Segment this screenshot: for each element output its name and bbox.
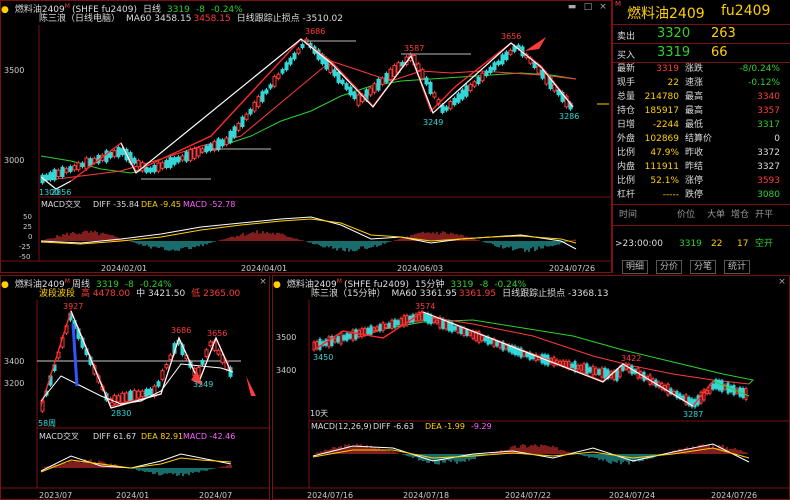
y-tick: 3000 xyxy=(4,156,24,165)
svg-text:DIFF -35.84: DIFF -35.84 xyxy=(93,200,139,209)
svg-text:-50: -50 xyxy=(19,253,30,261)
sell-row[interactable]: 卖出 3320 263 xyxy=(613,25,790,42)
svg-text:2024/04/01: 2024/04/01 xyxy=(241,264,287,273)
quote-stat-row: 最新 3319 涨跌 -8/0.24% xyxy=(617,64,780,74)
svg-text:58周: 58周 xyxy=(38,419,56,428)
quote-stat-row: 持仓 185917 最高 3357 xyxy=(617,106,780,116)
bid-volume: 66 xyxy=(711,45,728,60)
tab-price[interactable]: 分价 xyxy=(656,260,683,274)
svg-text:25: 25 xyxy=(23,223,32,231)
svg-text:3422: 3422 xyxy=(621,354,641,363)
quote-stat-row: 日增 -2244 最低 3317 xyxy=(617,120,780,130)
tick-row[interactable]: >23:00:00 3319 22 17 空开 xyxy=(613,238,790,251)
svg-text:2024/07/26: 2024/07/26 xyxy=(549,264,595,273)
quote-stat-row: 杠杆 ----- 跌停 3080 xyxy=(617,190,780,200)
svg-text:2024/02/01: 2024/02/01 xyxy=(101,264,147,273)
daily-chart-panel[interactable]: ● 燃料油2409M (SHFE fu2409) 日线 3319 -8 -0.24% ▬ □… xyxy=(0,0,612,273)
quote-stat-row: 比例 47.9% 昨收 3372 xyxy=(617,148,780,158)
quote-stat-row: 外盘 102869 结算价 0 xyxy=(617,134,780,144)
quote-tabs: 明细 分价 分笔 统计 xyxy=(612,259,790,274)
min15-candles: 3500 3400 3574 3422 3450 3287 10天 MACD(1… xyxy=(273,300,789,500)
svg-text:10天: 10天 xyxy=(310,409,328,418)
svg-text:50: 50 xyxy=(23,213,32,221)
min15-chart-panel[interactable]: ● 燃料油2409M (SHFE fu2409) 15分钟 3319 -8 -0.24% ×… xyxy=(272,275,790,500)
bid-price: 3319 xyxy=(657,45,691,60)
svg-text:3686: 3686 xyxy=(305,27,325,36)
svg-text:2024/07: 2024/07 xyxy=(199,491,232,500)
weekly-chart-panel[interactable]: ● 燃料油2409M 周线 3319 -8 -0.24% × 波段波段高 4478.00 中… xyxy=(0,275,270,500)
daily-candles: 3500 3000 3686 3587 3656 3249 3286 1300 … xyxy=(1,25,611,273)
contract-marker: M xyxy=(615,0,622,8)
svg-text:3500: 3500 xyxy=(276,333,296,342)
contract-title: 燃料油2409 xyxy=(627,6,705,22)
svg-text:3656: 3656 xyxy=(501,32,521,41)
quote-panel: M 燃料油2409 fu2409 卖出 3320 263 买入 3319 66 … xyxy=(612,0,790,273)
svg-text:3587: 3587 xyxy=(404,44,424,53)
svg-text:3400: 3400 xyxy=(4,357,24,366)
svg-text:3287: 3287 xyxy=(683,410,703,419)
svg-text:MACD交叉: MACD交叉 xyxy=(39,431,79,441)
svg-text:2856: 2856 xyxy=(51,188,71,197)
tab-stats[interactable]: 统计 xyxy=(724,260,751,274)
quote-stat-row: 总量 214780 最高 3340 xyxy=(617,92,780,102)
svg-text:-9.29: -9.29 xyxy=(471,422,492,431)
svg-text:2024/07/26: 2024/07/26 xyxy=(711,491,757,500)
tab-ticks[interactable]: 分笔 xyxy=(690,260,717,274)
ask-volume: 263 xyxy=(711,26,736,41)
svg-text:3656: 3656 xyxy=(207,329,227,338)
buy-row[interactable]: 买入 3319 66 xyxy=(613,44,790,61)
weekly-candles: 3400 3200 3927 3686 3656 3249 2830 58周 M… xyxy=(1,300,269,500)
svg-text:3450: 3450 xyxy=(313,353,333,362)
svg-text:2024/06/03: 2024/06/03 xyxy=(397,264,443,273)
svg-text:2024/01: 2024/01 xyxy=(116,491,149,500)
svg-text:DEA -1.99: DEA -1.99 xyxy=(425,422,465,431)
svg-text:DIFF 61.67: DIFF 61.67 xyxy=(93,432,136,441)
svg-text:3286: 3286 xyxy=(559,112,579,121)
svg-text:MACD -52.78: MACD -52.78 xyxy=(183,200,235,209)
svg-text:3249: 3249 xyxy=(423,118,443,127)
svg-text:2830: 2830 xyxy=(111,409,131,418)
svg-text:MACD -42.46: MACD -42.46 xyxy=(183,432,235,441)
y-tick: 3500 xyxy=(4,66,24,75)
quote-stat-row: 比例 52.1% 涨停 3593 xyxy=(617,176,780,186)
svg-text:3927: 3927 xyxy=(63,302,83,311)
ask-price: 3320 xyxy=(657,26,691,41)
svg-text:MACD(12,26,9): MACD(12,26,9) xyxy=(311,422,372,431)
svg-text:0: 0 xyxy=(28,233,32,241)
svg-text:-25: -25 xyxy=(19,243,30,251)
svg-text:3686: 3686 xyxy=(171,326,191,335)
tick-header: 时间 价位 大单 增仓 开平 xyxy=(619,210,774,220)
svg-text:DEA -9.45: DEA -9.45 xyxy=(141,200,181,209)
contract-code-title: fu2409 xyxy=(721,3,771,19)
quote-stat-row: 现手 22 速涨 -0.12% xyxy=(617,78,780,88)
svg-text:3249: 3249 xyxy=(193,380,213,389)
svg-text:2024/07/16: 2024/07/16 xyxy=(307,491,353,500)
svg-text:3200: 3200 xyxy=(4,379,24,388)
svg-text:DIFF -6.63: DIFF -6.63 xyxy=(373,422,414,431)
svg-text:2024/07/22: 2024/07/22 xyxy=(505,491,551,500)
svg-text:2024/07/24: 2024/07/24 xyxy=(609,491,655,500)
svg-text:2024/07/18: 2024/07/18 xyxy=(403,491,449,500)
svg-text:DEA 82.91: DEA 82.91 xyxy=(141,432,183,441)
svg-text:3574: 3574 xyxy=(415,302,435,311)
svg-text:MACD交叉: MACD交叉 xyxy=(41,199,81,209)
quote-title: M 燃料油2409 fu2409 xyxy=(613,0,790,25)
quote-stat-row: 内盘 111911 昨结 3327 xyxy=(617,162,780,172)
svg-text:3400: 3400 xyxy=(276,366,296,375)
svg-text:2023/07: 2023/07 xyxy=(39,491,72,500)
tab-detail[interactable]: 明细 xyxy=(622,260,649,274)
